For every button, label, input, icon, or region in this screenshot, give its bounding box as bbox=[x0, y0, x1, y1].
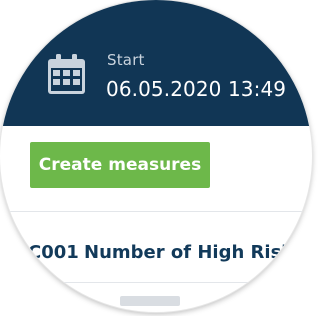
row-code: C001 bbox=[28, 242, 79, 263]
table-divider bbox=[0, 282, 312, 283]
calendar-icon bbox=[48, 54, 85, 94]
table-row[interactable]: C001 Number of High Risk bbox=[0, 226, 312, 280]
start-info-header: Start 06.05.2020 13:49 bbox=[0, 0, 312, 126]
magnified-view: Start 06.05.2020 13:49 Create measures C… bbox=[0, 0, 312, 312]
row-title: Number of High Risk bbox=[84, 242, 294, 263]
table-divider bbox=[0, 211, 312, 212]
screenshot-stage: Start 06.05.2020 13:49 Create measures C… bbox=[0, 0, 316, 316]
create-measures-button[interactable]: Create measures bbox=[30, 142, 210, 188]
next-row-fragment bbox=[120, 296, 180, 306]
start-label: Start bbox=[107, 51, 145, 69]
start-datetime: 06.05.2020 13:49 bbox=[106, 77, 287, 101]
